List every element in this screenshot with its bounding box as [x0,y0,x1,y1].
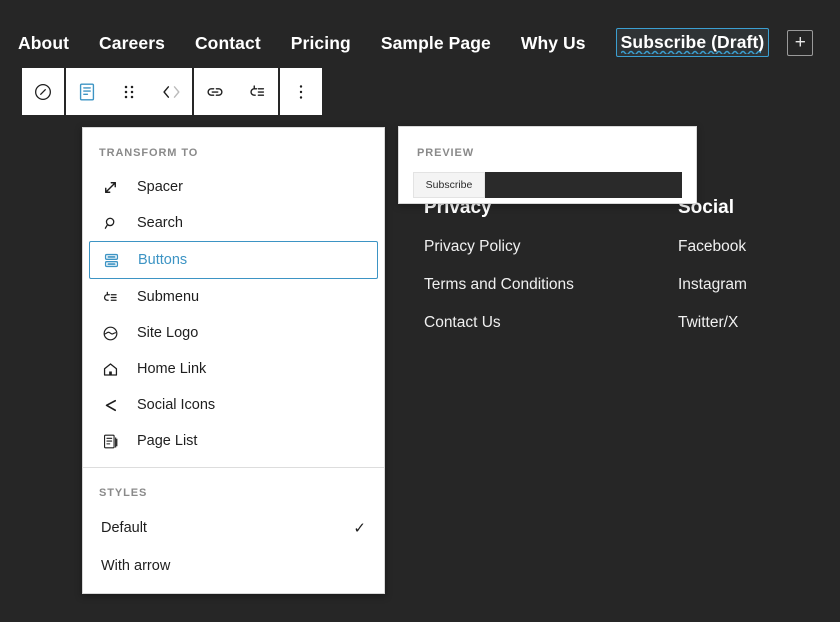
home-icon [99,358,121,380]
drag-handle-icon[interactable] [108,68,150,115]
transform-item-submenu[interactable]: Submenu [83,279,384,315]
transform-item-label: Spacer [137,179,183,195]
transform-item-label: Submenu [137,289,199,305]
more-options-vertical-icon[interactable] [280,68,322,115]
draft-wavy-underline-icon [621,50,765,54]
transform-to-popover: TRANSFORM TO Spacer Search [82,127,385,594]
check-icon: ✓ [353,519,366,537]
spacer-icon [99,176,121,198]
preview-subscribe-button: Subscribe [413,172,485,198]
block-toolbar[interactable] [22,68,322,115]
nav-item-careers[interactable]: Careers [99,29,165,57]
link-icon[interactable] [194,68,236,115]
transform-to-group: TRANSFORM TO Spacer Search [83,128,384,467]
wordpress-block-options-icon[interactable] [22,68,64,115]
nav-item-subscribe-draft[interactable]: Subscribe (Draft) [616,28,770,57]
footer-link[interactable]: Privacy Policy [424,237,678,256]
navigation-link-block-icon[interactable] [66,68,108,115]
toolbar-group-block [66,68,192,115]
site-navigation-block[interactable]: About Careers Contact Pricing Sample Pag… [18,28,813,57]
move-left-right-icon[interactable] [150,68,192,115]
nav-item-subscribe-draft-label: Subscribe (Draft) [621,32,765,52]
style-item-with-arrow[interactable]: With arrow [83,547,384,585]
site-logo-icon [99,322,121,344]
footer-column-social: Social Facebook Instagram Twitter/X [678,196,840,351]
styles-label: STYLES [83,476,384,509]
buttons-icon [100,249,122,271]
footer-columns: Privacy Privacy Policy Terms and Conditi… [424,196,840,351]
style-item-label: With arrow [101,558,170,574]
nav-item-contact[interactable]: Contact [195,29,261,57]
toolbar-group-more [280,68,322,115]
nav-item-about[interactable]: About [18,29,69,57]
toolbar-group-options [22,68,64,115]
footer-link[interactable]: Contact Us [424,313,678,332]
footer-column-title: Social [678,196,840,220]
footer-link[interactable]: Twitter/X [678,313,840,332]
preview-bar [485,172,682,198]
style-item-default[interactable]: Default ✓ [83,509,384,547]
transform-item-label: Search [137,215,183,231]
add-block-button[interactable]: + [787,30,813,56]
style-item-label: Default [101,520,147,536]
transform-item-social-icons[interactable]: Social Icons [83,387,384,423]
nav-item-sample-page[interactable]: Sample Page [381,29,491,57]
transform-item-page-list[interactable]: Page List [83,423,384,459]
preview-label: PREVIEW [399,127,696,159]
transform-item-label: Site Logo [137,325,198,341]
transform-to-label: TRANSFORM TO [83,136,384,169]
search-icon [99,212,121,234]
toolbar-group-link [194,68,278,115]
transform-item-site-logo[interactable]: Site Logo [83,315,384,351]
submenu-icon [99,286,121,308]
footer-link[interactable]: Facebook [678,237,840,256]
transform-item-buttons[interactable]: Buttons [89,241,378,279]
transform-item-search[interactable]: Search [83,205,384,241]
nav-item-why-us[interactable]: Why Us [521,29,586,57]
footer-link[interactable]: Instagram [678,275,840,294]
style-preview-popover: PREVIEW Subscribe [398,126,697,204]
transform-item-label: Home Link [137,361,206,377]
styles-group: STYLES Default ✓ With arrow [83,467,384,593]
transform-item-label: Buttons [138,252,187,268]
transform-item-spacer[interactable]: Spacer [83,169,384,205]
transform-item-label: Social Icons [137,397,215,413]
add-submenu-icon[interactable] [236,68,278,115]
share-icon [99,394,121,416]
transform-item-home-link[interactable]: Home Link [83,351,384,387]
transform-item-label: Page List [137,433,197,449]
nav-item-pricing[interactable]: Pricing [291,29,351,57]
preview-body: Subscribe [413,172,682,198]
footer-link[interactable]: Terms and Conditions [424,275,678,294]
page-list-icon [99,430,121,452]
editor-canvas: About Careers Contact Pricing Sample Pag… [0,0,840,622]
footer-column-privacy: Privacy Privacy Policy Terms and Conditi… [424,196,678,351]
